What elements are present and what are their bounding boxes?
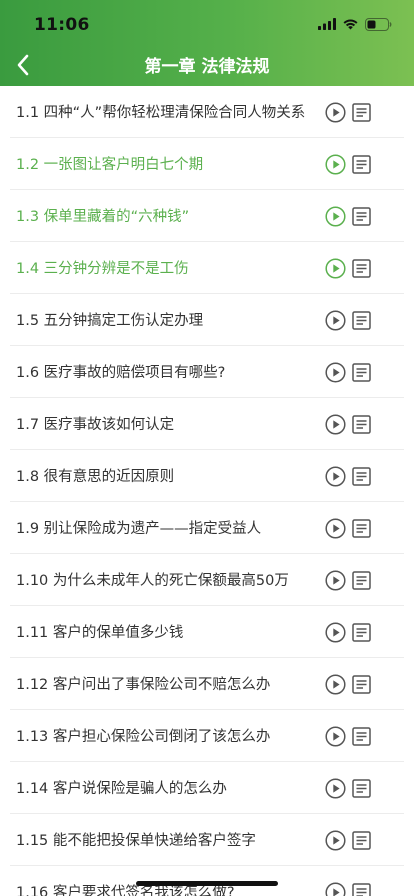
document-icon[interactable] [352,259,371,278]
list-item[interactable]: 1.8 很有意思的近因原则 [10,450,404,502]
list-item[interactable]: 1.7 医疗事故该如何认定 [10,398,404,450]
document-icon[interactable] [352,207,371,226]
list-item[interactable]: 1.1 四种“人”帮你轻松理清保险合同人物关系 [10,86,404,138]
nav-bar: 第一章 法律法规 [0,44,414,86]
lesson-title: 1.3 保单里藏着的“六种钱” [16,209,190,225]
page-title: 第一章 法律法规 [144,57,270,77]
document-icon[interactable] [352,831,371,850]
list-item[interactable]: 1.9 别让保险成为遗产——指定受益人 [10,502,404,554]
lesson-title: 1.8 很有意思的近因原则 [16,469,175,485]
lesson-title: 1.7 医疗事故该如何认定 [16,417,175,433]
lesson-title: 1.4 三分钟分辨是不是工伤 [16,261,189,277]
play-icon[interactable] [325,414,346,435]
document-icon[interactable] [352,103,371,122]
list-item[interactable]: 1.13 客户担心保险公司倒闭了该怎么办 [10,710,404,762]
lesson-title: 1.15 能不能把投保单快递给客户签字 [16,833,256,849]
list-item[interactable]: 1.4 三分钟分辨是不是工伤 [10,242,404,294]
list-item[interactable]: 1.11 客户的保单值多少钱 [10,606,404,658]
play-icon[interactable] [325,674,346,695]
list-item[interactable]: 1.5 五分钟搞定工伤认定办理 [10,294,404,346]
header: 11:06 第一章 法律法规 [0,0,414,86]
play-icon[interactable] [325,362,346,383]
document-icon[interactable] [352,155,371,174]
list-item[interactable]: 1.3 保单里藏着的“六种钱” [10,190,404,242]
document-icon[interactable] [352,363,371,382]
lesson-title: 1.9 别让保险成为遗产——指定受益人 [16,521,262,537]
document-icon[interactable] [352,727,371,746]
document-icon[interactable] [352,311,371,330]
document-icon[interactable] [352,415,371,434]
status-icons [318,17,392,31]
list-item[interactable]: 1.14 客户说保险是骗人的怎么办 [10,762,404,814]
play-icon[interactable] [325,830,346,851]
list-item[interactable]: 1.6 医疗事故的赔偿项目有哪些? [10,346,404,398]
lesson-title: 1.1 四种“人”帮你轻松理清保险合同人物关系 [16,105,306,121]
status-bar: 11:06 [0,0,414,44]
list-item[interactable]: 1.15 能不能把投保单快递给客户签字 [10,814,404,866]
document-icon[interactable] [352,883,371,896]
lesson-title: 1.14 客户说保险是骗人的怎么办 [16,781,227,797]
document-icon[interactable] [352,779,371,798]
play-icon[interactable] [325,102,346,123]
lesson-title: 1.2 一张图让客户明白七个期 [16,157,204,173]
play-icon[interactable] [325,258,346,279]
wifi-icon [343,19,358,30]
document-icon[interactable] [352,571,371,590]
list-item[interactable]: 1.2 一张图让客户明白七个期 [10,138,404,190]
play-icon[interactable] [325,310,346,331]
list-item[interactable]: 1.12 客户问出了事保险公司不赔怎么办 [10,658,404,710]
play-icon[interactable] [325,778,346,799]
play-icon[interactable] [325,622,346,643]
play-icon[interactable] [325,726,346,747]
home-indicator [136,881,278,886]
lesson-title: 1.10 为什么未成年人的死亡保额最高50万 [16,573,289,589]
lesson-title: 1.5 五分钟搞定工伤认定办理 [16,313,204,329]
list-item[interactable]: 1.10 为什么未成年人的死亡保额最高50万 [10,554,404,606]
document-icon[interactable] [352,675,371,694]
status-time: 11:06 [34,15,90,35]
play-icon[interactable] [325,570,346,591]
document-icon[interactable] [352,519,371,538]
play-icon[interactable] [325,882,346,896]
battery-icon [365,17,392,31]
cellular-signal-icon [318,18,336,30]
document-icon[interactable] [352,467,371,486]
play-icon[interactable] [325,154,346,175]
play-icon[interactable] [325,466,346,487]
lesson-title: 1.13 客户担心保险公司倒闭了该怎么办 [16,729,271,745]
play-icon[interactable] [325,206,346,227]
document-icon[interactable] [352,623,371,642]
play-icon[interactable] [325,518,346,539]
lesson-title: 1.11 客户的保单值多少钱 [16,625,184,641]
lesson-title: 1.6 医疗事故的赔偿项目有哪些? [16,365,226,381]
lesson-list: 1.1 四种“人”帮你轻松理清保险合同人物关系 1.2 一张图让客户明白七个期 1.… [0,86,414,896]
lesson-title: 1.12 客户问出了事保险公司不赔怎么办 [16,677,271,693]
